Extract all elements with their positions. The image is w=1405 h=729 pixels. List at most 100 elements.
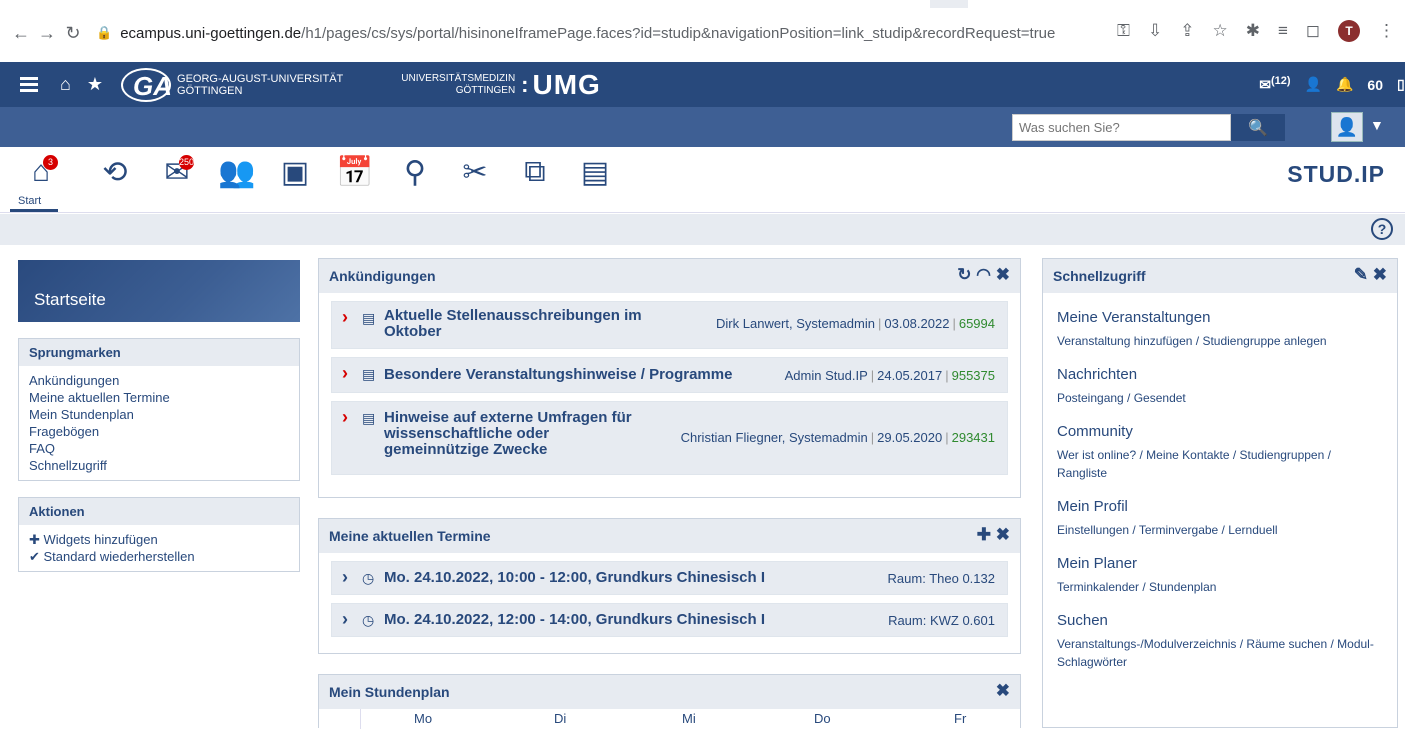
back-icon[interactable]: ← [8,23,34,44]
edit-icon[interactable]: ✎ [1354,265,1368,284]
announcement-icon: ▤ [362,410,376,426]
install-icon[interactable]: ⇩ [1148,21,1162,41]
ga-logo-mark: GA [121,67,172,102]
quick-sub-profile[interactable]: Einstellungen / Terminvergabe / Lernduel… [1057,521,1383,539]
timetable-day: Fr [954,711,967,726]
browse-icon[interactable]: ▤ [570,155,620,190]
favorite-star-icon[interactable]: ★ [87,74,103,95]
announcement-item[interactable]: › ▤ Aktuelle Stellenausschreibungen im O… [331,301,1008,349]
profile-avatar[interactable]: T [1338,20,1360,42]
quick-link-planner[interactable]: Mein Planer [1057,555,1383,572]
appointment-title[interactable]: Mo. 24.10.2022, 12:00 - 14:00, Grundkurs… [384,612,765,628]
announcement-title[interactable]: Aktuelle Stellenausschreibungen im Oktob… [384,308,664,340]
tools-icon[interactable]: ✂ [450,155,500,190]
search-input[interactable] [1012,114,1231,141]
extensions-icon[interactable]: ✱ [1246,21,1260,41]
user-icon[interactable]: 👤 [1305,76,1322,93]
quick-link-profile[interactable]: Mein Profil [1057,498,1383,515]
sidepanel-icon[interactable]: ◻ [1306,21,1320,41]
studip-logo[interactable]: STUD.IP [1287,161,1385,188]
quick-link-community[interactable]: Community [1057,423,1383,440]
courses-icon[interactable]: ⟲ [90,155,140,190]
announcement-title[interactable]: Besondere Veranstaltungshinweise / Progr… [384,367,732,383]
quick-link-courses[interactable]: Meine Veranstaltungen [1057,309,1383,326]
sidebar: Startseite Sprungmarken Ankündigungen Me… [18,260,300,572]
jump-link-faq[interactable]: FAQ [29,440,289,457]
timetable-corner [319,709,361,729]
jump-link-appointments[interactable]: Meine aktuellen Termine [29,389,289,406]
appointment-item[interactable]: › ◷ Mo. 24.10.2022, 12:00 - 14:00, Grund… [331,603,1008,637]
restore-default-action[interactable]: ✔ Standard wiederherstellen [29,548,289,565]
search-nav-icon[interactable]: ⚲ [390,155,440,190]
university-logo[interactable]: GA GEORG-AUGUST-UNIVERSITÄT GÖTTINGEN [121,67,343,102]
appointment-item[interactable]: › ◷ Mo. 24.10.2022, 10:00 - 12:00, Grund… [331,561,1008,595]
bell-icon[interactable]: 🔔 [1336,76,1353,93]
menu-icon[interactable]: ⋮ [1378,21,1395,41]
home-icon[interactable]: ⌂ [60,74,71,95]
close-icon[interactable]: ✖ [996,681,1010,700]
appointment-title[interactable]: Mo. 24.10.2022, 10:00 - 12:00, Grundkurs… [384,570,765,586]
quick-sub-community[interactable]: Wer ist online? / Meine Kontakte / Studi… [1057,446,1383,482]
reload-icon[interactable]: ↻ [60,23,86,44]
overflow-icon[interactable]: ▯ [1397,76,1405,93]
quick-link-messages[interactable]: Nachrichten [1057,366,1383,383]
close-icon[interactable]: ✖ [1373,265,1387,284]
quick-sub-search[interactable]: Veranstaltungs-/Modulverzeichnis / Räume… [1057,635,1383,671]
mail-link[interactable]: ✉(12) [1259,75,1290,94]
help-icon[interactable]: ? [1371,218,1393,240]
jump-link-quickaccess[interactable]: Schnellzugriff [29,457,289,474]
reading-list-icon[interactable]: ≡ [1278,21,1288,41]
nav-start-label[interactable]: Start [18,195,41,207]
refresh-icon[interactable]: ↻ [957,265,971,284]
lock-icon[interactable]: 🔒 [96,25,112,41]
chevron-right-icon: › [342,307,348,327]
timetable-day: Mi [682,711,696,726]
nav-start[interactable]: ⌂ 3 [16,155,66,189]
key-icon[interactable]: ⚿ [1117,21,1130,41]
search-bar: 🔍 👤 ▼ [0,107,1405,147]
nav-messages[interactable]: ✉ 250 [152,155,202,190]
rss-icon[interactable]: ◠ [976,265,991,284]
appointments-panel: Meine aktuellen Termine ✚ ✖ › ◷ Mo. 24.1… [318,518,1021,654]
quick-sub-courses[interactable]: Veranstaltung hinzufügen / Studiengruppe… [1057,332,1383,350]
close-icon[interactable]: ✖ [996,265,1010,284]
jump-marks-widget: Sprungmarken Ankündigungen Meine aktuell… [18,338,300,481]
active-tab[interactable] [0,0,930,8]
files-icon[interactable]: ⧉ [510,155,560,189]
quick-sub-planner[interactable]: Terminkalender / Stundenplan [1057,578,1383,596]
star-bookmark-icon[interactable]: ☆ [1212,21,1227,41]
share-icon[interactable]: ⇪ [1180,21,1194,41]
community-icon[interactable]: 👥 [212,155,262,190]
profile-icon[interactable]: ▣ [270,155,320,190]
announcement-title[interactable]: Hinweise auf externe Umfragen für wissen… [384,410,654,458]
hamburger-menu-icon[interactable] [20,74,38,95]
jump-link-timetable[interactable]: Mein Stundenplan [29,406,289,423]
search-button[interactable]: 🔍 [1231,114,1285,141]
appointment-room: Raum: Theo 0.132 [887,571,995,586]
add-icon[interactable]: ✚ [977,525,991,544]
url-text[interactable]: ecampus.uni-goettingen.de/h1/pages/cs/sy… [120,25,1055,42]
quick-sub-messages[interactable]: Posteingang / Gesendet [1057,389,1383,407]
close-icon[interactable]: ✖ [996,525,1010,544]
uni-name-line2: GÖTTINGEN [177,84,243,97]
inactive-tab[interactable] [968,0,1405,8]
address-bar[interactable]: ← → ↻ 🔒 ecampus.uni-goettingen.de/h1/pag… [0,8,1405,58]
chevron-down-icon[interactable]: ▼ [1370,117,1384,133]
announcement-item[interactable]: › ▤ Besondere Veranstaltungshinweise / P… [331,357,1008,393]
add-widgets-action[interactable]: ✚ Widgets hinzufügen [29,531,289,548]
jump-link-announcements[interactable]: Ankündigungen [29,372,289,389]
chevron-right-icon: › [342,363,348,383]
planner-icon[interactable]: 📅 [330,155,380,190]
umg-logo[interactable]: UNIVERSITÄTSMEDIZIN GÖTTINGEN : UMG [401,69,601,101]
forward-icon[interactable]: → [34,23,60,44]
user-avatar[interactable]: 👤 [1331,112,1363,142]
quick-block: Mein Planer Terminkalender / Stundenplan [1043,555,1397,596]
quick-link-search[interactable]: Suchen [1057,612,1383,629]
jump-link-questionnaires[interactable]: Fragebögen [29,423,289,440]
umg-wordmark: UMG [532,68,601,100]
notification-count[interactable]: 60 [1367,77,1383,93]
announcements-title: Ankündigungen [329,268,436,284]
quick-access-title: Schnellzugriff [1053,268,1146,284]
quick-block: Meine Veranstaltungen Veranstaltung hinz… [1043,309,1397,350]
announcement-item[interactable]: › ▤ Hinweise auf externe Umfragen für wi… [331,401,1008,475]
